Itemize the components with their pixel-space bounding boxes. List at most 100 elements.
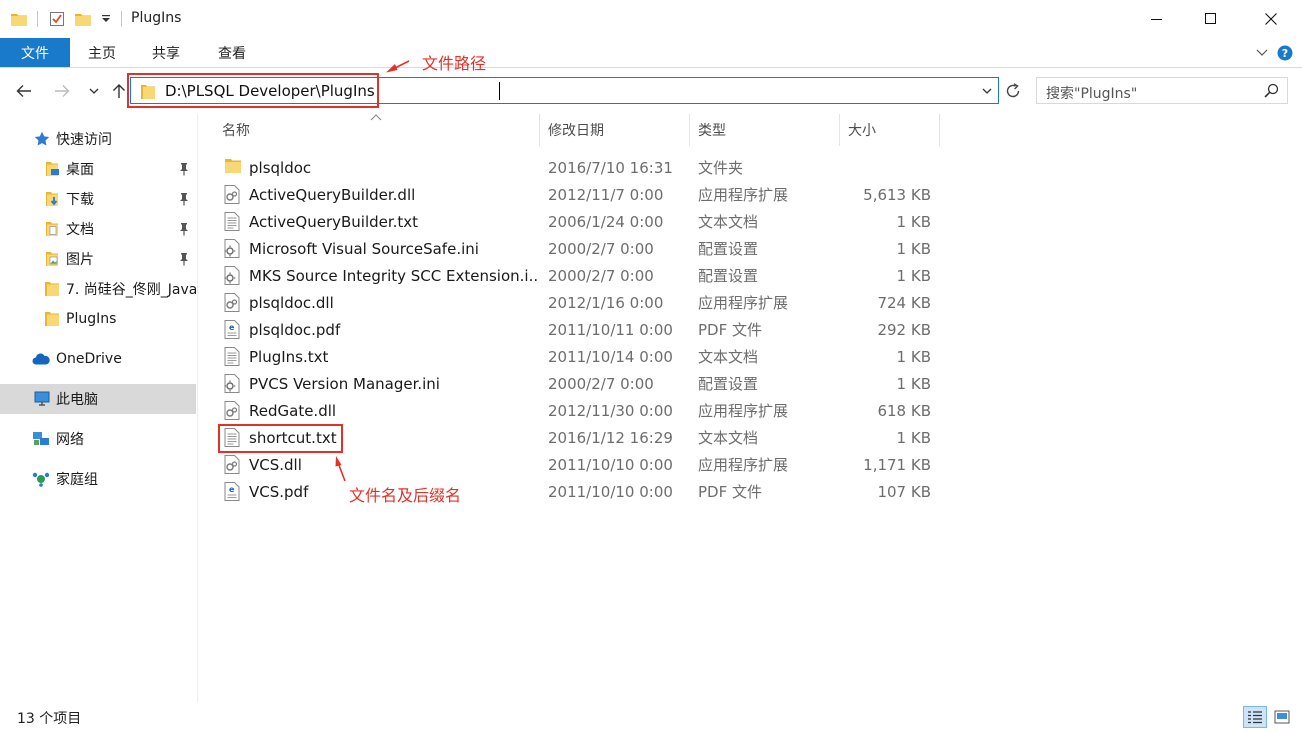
file-size: 107 KB — [877, 482, 931, 501]
sidebar-item-quick-access[interactable]: 快速访问 — [0, 124, 196, 154]
file-size: 1,171 KB — [863, 455, 931, 474]
file-row[interactable]: e VCS.pdf 2011/10/10 0:00 PDF 文件 107 KB — [199, 478, 939, 505]
file-row[interactable]: PVCS Version Manager.ini 2000/2/7 0:00 配置设… — [199, 370, 939, 397]
documents-folder-icon — [43, 220, 61, 238]
file-row[interactable]: VCS.dll 2011/10/10 0:00 应用程序扩展 1,171 KB — [199, 451, 939, 478]
details-view-icon — [1248, 711, 1262, 724]
close-icon — [1265, 13, 1277, 25]
tab-share[interactable]: 共享 — [152, 38, 180, 67]
sidebar-item-documents[interactable]: 文档 — [0, 214, 196, 244]
ini-file-icon — [224, 374, 242, 393]
sidebar-item-pictures[interactable]: 图片 — [0, 244, 196, 274]
file-row[interactable]: plsqldoc.dll 2012/1/16 0:00 应用程序扩展 724 KB — [199, 289, 939, 316]
file-name: ActiveQueryBuilder.txt — [249, 212, 419, 231]
address-highlight-box — [127, 73, 379, 108]
sidebar-item-label: 7. 尚硅谷_佟刚_Java — [66, 282, 196, 298]
file-row[interactable]: PlugIns.txt 2011/10/14 0:00 文本文档 1 KB — [199, 343, 939, 370]
search-input[interactable]: 搜索"PlugIns" — [1046, 83, 1137, 103]
item-count: 13 个项目 — [17, 711, 82, 727]
details-view-button[interactable] — [1243, 706, 1267, 728]
svg-text:?: ? — [1282, 47, 1288, 60]
filename-annotation: 文件名及后缀名 — [349, 486, 462, 505]
sidebar-item-downloads[interactable]: 下载 — [0, 184, 196, 214]
dll-file-icon — [224, 455, 242, 474]
file-type: 配置设置 — [698, 240, 759, 258]
recent-locations-button[interactable] — [82, 80, 106, 102]
close-button[interactable] — [1244, 0, 1298, 38]
file-row[interactable]: RedGate.dll 2012/11/30 0:00 应用程序扩展 618 KB — [199, 397, 939, 424]
file-size: 618 KB — [877, 401, 931, 420]
file-modified-date: 2011/10/10 0:00 — [548, 455, 673, 474]
text-cursor — [499, 82, 500, 100]
homegroup-icon — [32, 470, 50, 488]
sidebar-item-network[interactable]: 网络 — [0, 424, 196, 454]
file-name: plsqldoc.pdf — [249, 320, 341, 339]
file-size: 1 KB — [896, 347, 931, 366]
tab-view[interactable]: 查看 — [218, 38, 246, 67]
ini-file-icon — [224, 239, 242, 258]
file-row[interactable]: MKS Source Integrity SCC Extension.i... 2… — [199, 262, 939, 289]
file-type: 应用程序扩展 — [698, 186, 789, 204]
text-file-icon — [224, 212, 242, 231]
file-row[interactable]: e plsqldoc.pdf 2011/10/11 0:00 PDF 文件 292 KB — [199, 316, 939, 343]
properties-icon[interactable] — [48, 10, 66, 28]
sidebar-item-label: PlugIns — [66, 311, 117, 327]
svg-text:e: e — [229, 323, 235, 332]
forward-button[interactable] — [50, 80, 74, 102]
ribbon: 文件 主页 共享 查看 ? — [0, 38, 1302, 68]
file-name: MKS Source Integrity SCC Extension.i... — [249, 266, 539, 285]
up-arrow-icon — [113, 84, 125, 98]
back-button[interactable] — [12, 80, 36, 102]
sidebar-item-desktop[interactable]: 桌面 — [0, 154, 196, 184]
file-row[interactable]: Microsoft Visual SourceSafe.ini 2000/2/7 … — [199, 235, 939, 262]
expand-ribbon-icon[interactable] — [1253, 44, 1271, 62]
sidebar-item-onedrive[interactable]: OneDrive — [0, 344, 196, 374]
sidebar-item-java-folder[interactable]: 7. 尚硅谷_佟刚_Java — [0, 274, 196, 304]
chevron-down-icon — [982, 88, 992, 94]
file-name: plsqldoc.dll — [249, 293, 334, 312]
large-icons-view-button[interactable] — [1270, 706, 1294, 728]
minimize-button[interactable] — [1130, 0, 1184, 38]
star-icon — [33, 130, 51, 148]
new-folder-icon[interactable] — [74, 10, 92, 28]
search-icon[interactable] — [1264, 83, 1279, 102]
file-row[interactable]: plsqldoc 2016/7/10 16:31 文件夹 — [199, 154, 939, 181]
help-icon[interactable]: ? — [1276, 44, 1294, 62]
column-header-modified[interactable]: 修改日期 — [540, 114, 690, 146]
sidebar-item-label: OneDrive — [56, 351, 122, 367]
file-type: 应用程序扩展 — [698, 294, 789, 312]
refresh-icon — [1006, 83, 1020, 98]
sidebar-item-plugins[interactable]: PlugIns — [0, 304, 196, 334]
sidebar-item-label: 此电脑 — [56, 392, 98, 408]
file-name: plsqldoc — [249, 158, 312, 177]
chevron-down-icon — [89, 88, 99, 94]
address-dropdown-button[interactable] — [980, 83, 994, 99]
search-box[interactable]: 搜索"PlugIns" — [1036, 77, 1288, 104]
pdf-file-icon: e — [224, 482, 242, 501]
status-bar: 13 个项目 — [0, 702, 1302, 732]
file-row[interactable]: ActiveQueryBuilder.txt 2006/1/24 0:00 文本文档… — [199, 208, 939, 235]
pin-icon — [180, 163, 188, 176]
file-type: 文本文档 — [698, 429, 759, 447]
file-type: 配置设置 — [698, 375, 759, 393]
column-header-type[interactable]: 类型 — [690, 114, 840, 146]
file-type: 应用程序扩展 — [698, 456, 789, 474]
tab-file[interactable]: 文件 — [0, 38, 70, 67]
column-header-name[interactable]: 名称 — [199, 114, 540, 146]
tab-home[interactable]: 主页 — [88, 38, 116, 67]
sidebar-item-homegroup[interactable]: 家庭组 — [0, 464, 196, 494]
file-name: ActiveQueryBuilder.dll — [249, 185, 416, 204]
column-header-size[interactable]: 大小 — [840, 114, 940, 146]
file-modified-date: 2006/1/24 0:00 — [548, 212, 664, 231]
sidebar-item-label: 快速访问 — [56, 132, 112, 148]
file-modified-date: 2011/10/14 0:00 — [548, 347, 673, 366]
sidebar-item-this-pc[interactable]: 此电脑 — [0, 384, 196, 414]
file-modified-date: 2011/10/10 0:00 — [548, 482, 673, 501]
maximize-button[interactable] — [1184, 0, 1238, 38]
dll-file-icon — [224, 185, 242, 204]
refresh-button[interactable] — [1001, 79, 1025, 103]
customize-toolbar-icon[interactable] — [97, 10, 115, 28]
pdf-file-icon: e — [224, 320, 242, 339]
file-name: Microsoft Visual SourceSafe.ini — [249, 239, 479, 258]
file-row[interactable]: ActiveQueryBuilder.dll 2012/11/7 0:00 应用程序… — [199, 181, 939, 208]
